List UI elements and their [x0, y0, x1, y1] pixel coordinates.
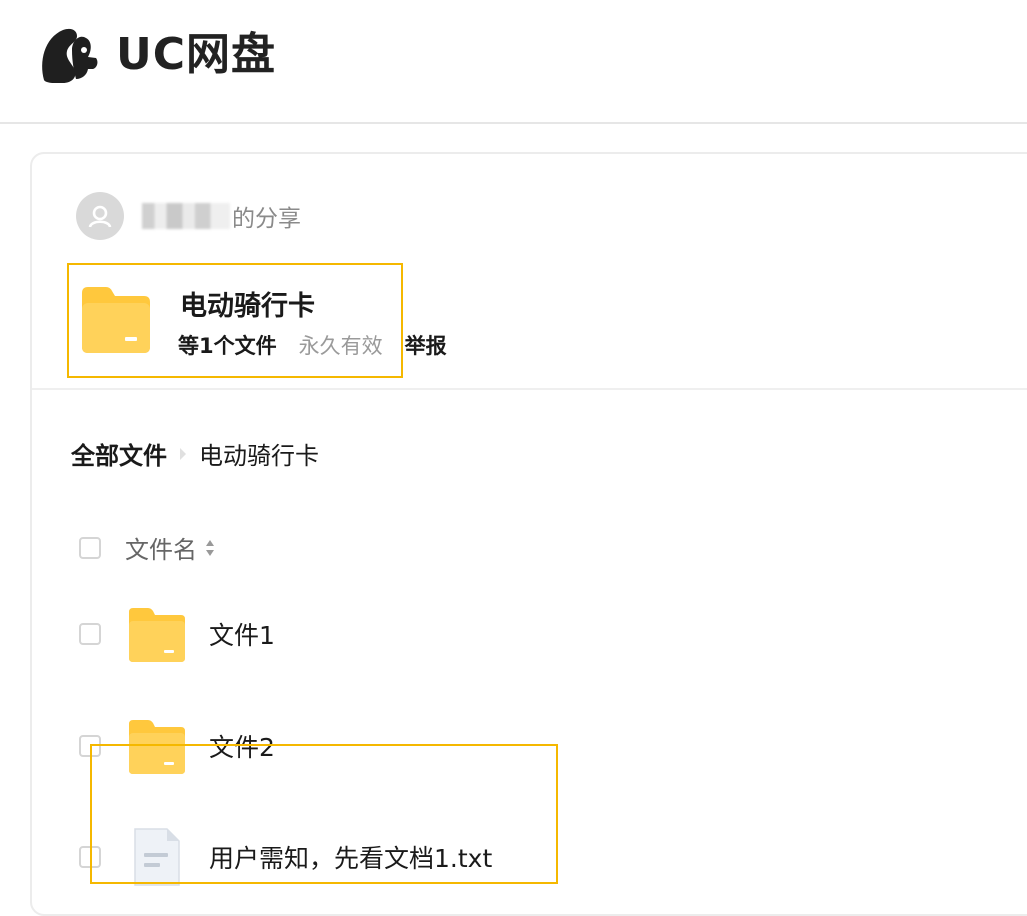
section-divider: [32, 388, 1027, 390]
share-meta: 等1个文件 永久有效 举报: [178, 330, 447, 360]
file-row[interactable]: 文件1: [79, 599, 275, 669]
squirrel-logo-icon: [42, 28, 98, 83]
file-highlight-box: [90, 744, 558, 884]
file-name[interactable]: 文件1: [209, 616, 275, 652]
file-list-header: 文件名: [79, 530, 215, 565]
row-checkbox[interactable]: [79, 623, 101, 645]
breadcrumb-root[interactable]: 全部文件: [71, 436, 167, 471]
user-avatar-icon: [76, 192, 124, 240]
uc-drive-logo[interactable]: UC网盘: [36, 22, 276, 88]
breadcrumb: 全部文件 电动骑行卡: [71, 436, 319, 471]
share-folder-title: 电动骑行卡: [180, 291, 315, 322]
breadcrumb-current: 电动骑行卡: [199, 442, 319, 470]
sharer-name-blurred: [142, 203, 230, 229]
top-bar: UC网盘: [0, 0, 1027, 124]
sort-icon[interactable]: [205, 539, 215, 557]
sharer-info: 的分享: [76, 192, 301, 240]
sharer-suffix: 的分享: [232, 206, 301, 232]
validity-text: 永久有效: [298, 334, 383, 358]
select-all-checkbox[interactable]: [79, 536, 101, 559]
chevron-right-icon: [180, 447, 186, 460]
filename-column-header[interactable]: 文件名: [125, 530, 197, 565]
report-link[interactable]: 举报: [405, 330, 447, 360]
logo-text: UC网盘: [116, 29, 277, 80]
folder-icon: [129, 608, 185, 662]
folder-icon: [82, 287, 150, 353]
file-count: 等1个文件: [178, 334, 277, 358]
